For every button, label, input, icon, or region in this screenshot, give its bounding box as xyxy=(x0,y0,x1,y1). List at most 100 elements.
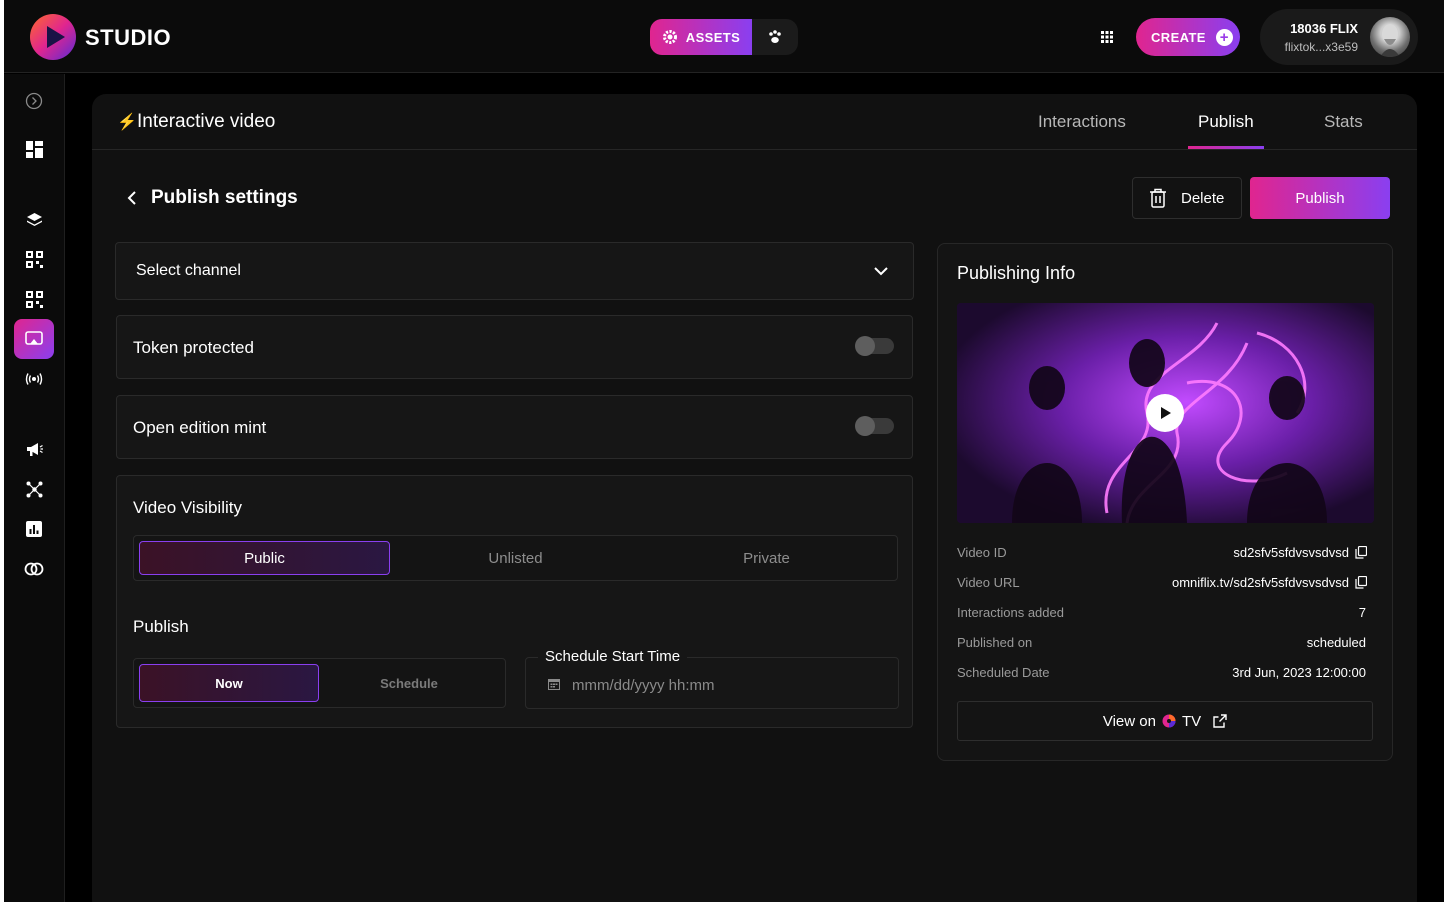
video-id-label: Video ID xyxy=(957,545,1007,560)
gear-icon xyxy=(662,30,677,44)
avatar xyxy=(1370,17,1410,57)
sidebar-item-qr-2[interactable] xyxy=(24,289,44,309)
toggle-sidebar-icon xyxy=(25,92,43,110)
top-bar: STUDIO ASSETS CREATE + 18036 FLIX flixto… xyxy=(4,0,1444,73)
sidebar-item-network[interactable] xyxy=(24,479,44,499)
channel-select-label: Select channel xyxy=(136,262,241,279)
back-arrow-icon[interactable] xyxy=(124,188,140,208)
chevron-down-icon xyxy=(874,267,888,276)
schedule-label: Schedule Start Time xyxy=(538,648,688,665)
publish-schedule[interactable]: Schedule xyxy=(319,664,499,702)
section-title: Publish settings xyxy=(151,187,298,208)
link-icon xyxy=(24,562,44,576)
megaphone-icon xyxy=(26,442,43,456)
create-button[interactable]: CREATE + xyxy=(1136,18,1240,56)
open-edition-mint-row: Open edition mint xyxy=(116,395,913,459)
video-thumbnail[interactable] xyxy=(957,303,1374,523)
publish-now[interactable]: Now xyxy=(139,664,319,702)
tab-publish[interactable]: Publish xyxy=(1198,112,1254,132)
sidebar-item-qr[interactable] xyxy=(24,249,44,269)
qr-icon xyxy=(25,250,43,268)
scheduled-date-value: 3rd Jun, 2023 12:00:00 xyxy=(1232,665,1366,680)
view-on-prefix: View on xyxy=(1102,712,1156,730)
create-label: CREATE xyxy=(1151,29,1206,45)
paw-button[interactable] xyxy=(752,19,798,55)
token-protected-row: Token protected xyxy=(116,315,913,379)
token-protected-toggle[interactable] xyxy=(855,336,894,356)
apps-grid-icon[interactable] xyxy=(1097,27,1117,47)
delete-button[interactable]: Delete xyxy=(1132,177,1242,219)
sidebar-item-interactive-video[interactable] xyxy=(14,319,54,359)
published-on-label: Published on xyxy=(957,635,1033,650)
assets-switcher: ASSETS xyxy=(650,19,798,55)
video-url-label: Video URL xyxy=(957,575,1020,590)
publish-button[interactable]: Publish xyxy=(1250,177,1390,219)
schedule-input[interactable] xyxy=(572,675,872,695)
studio-logo-icon[interactable] xyxy=(30,14,76,60)
tab-interactions[interactable]: Interactions xyxy=(1038,112,1126,132)
sidebar-toggle[interactable] xyxy=(24,91,44,111)
visibility-title: Video Visibility xyxy=(133,498,242,517)
paw-icon xyxy=(769,30,781,43)
sidebar-item-broadcast[interactable] xyxy=(24,369,44,389)
omniflix-logo-icon xyxy=(1162,714,1176,728)
channel-select[interactable]: Select channel xyxy=(115,242,914,300)
bolt-icon: ⚡ xyxy=(117,114,137,131)
token-protected-label: Token protected xyxy=(133,338,254,357)
active-tab-indicator xyxy=(1188,146,1264,149)
interactions-added-value: 7 xyxy=(1358,605,1366,620)
page-title: Interactive video xyxy=(137,111,276,132)
panel-header: ⚡ Interactive video Interactions Publish… xyxy=(92,94,1417,150)
brand-name: STUDIO xyxy=(85,25,172,50)
interactive-video-icon xyxy=(25,331,43,345)
broadcast-icon xyxy=(25,373,43,385)
toggle-knob xyxy=(855,416,875,436)
assets-label: ASSETS xyxy=(685,29,741,45)
stats-icon xyxy=(26,521,42,537)
studio-app: STUDIO ASSETS CREATE + 18036 FLIX flixto… xyxy=(4,0,1444,902)
schedule-field[interactable]: Schedule Start Time xyxy=(525,648,899,709)
sidebar-item-link[interactable] xyxy=(24,559,44,579)
copy-icon[interactable] xyxy=(1355,576,1367,589)
visibility-public[interactable]: Public xyxy=(139,541,390,575)
video-id-value: sd2sfv5sfdvsvsdvsd xyxy=(1233,545,1367,560)
delete-label: Delete xyxy=(1181,189,1225,207)
scheduled-date-label: Scheduled Date xyxy=(957,665,1050,680)
sidebar xyxy=(4,74,65,902)
tab-stats[interactable]: Stats xyxy=(1324,112,1363,132)
user-address: flixtok...x3e59 xyxy=(1284,40,1358,54)
layers-icon xyxy=(26,212,42,226)
publishing-info-card: Publishing Info Video ID sd2sfv5sfdvsvsd… xyxy=(937,243,1393,761)
interactions-added-label: Interactions added xyxy=(957,605,1064,620)
user-profile[interactable]: 18036 FLIX flixtok...x3e59 xyxy=(1260,9,1418,65)
dashboard-icon xyxy=(25,140,43,158)
publishing-info-title: Publishing Info xyxy=(957,263,1076,283)
view-on-tv-button[interactable]: View on TV xyxy=(957,701,1373,741)
copy-icon[interactable] xyxy=(1355,546,1367,559)
visibility-private[interactable]: Private xyxy=(641,541,892,575)
interactive-video-panel: ⚡ Interactive video Interactions Publish… xyxy=(92,94,1417,902)
publish-mode-title: Publish xyxy=(133,617,189,636)
publish-mode-selector: Now Schedule xyxy=(133,658,506,708)
sidebar-item-layers[interactable] xyxy=(24,209,44,229)
video-url-text: omniflix.tv/sd2sfv5sfdvsvsdvsd xyxy=(1171,575,1349,590)
open-edition-mint-toggle[interactable] xyxy=(855,416,894,436)
video-id-text: sd2sfv5sfdvsvsdvsd xyxy=(1233,545,1349,560)
sidebar-item-campaigns[interactable] xyxy=(24,439,44,459)
plus-icon: + xyxy=(1215,28,1233,46)
assets-button[interactable]: ASSETS xyxy=(650,19,752,55)
qr-icon-2 xyxy=(25,290,43,308)
external-link-icon xyxy=(1213,714,1227,728)
view-on-suffix: TV xyxy=(1181,712,1202,730)
calendar-icon xyxy=(548,679,560,690)
visibility-card: Video Visibility Public Unlisted Private… xyxy=(116,475,913,728)
published-on-value: scheduled xyxy=(1306,635,1366,650)
visibility-unlisted[interactable]: Unlisted xyxy=(390,541,641,575)
sidebar-item-dashboard[interactable] xyxy=(24,139,44,159)
play-icon xyxy=(1161,407,1171,419)
video-url-value: omniflix.tv/sd2sfv5sfdvsvsdvsd xyxy=(1172,575,1367,590)
trash-icon xyxy=(1150,188,1166,208)
play-button[interactable] xyxy=(1146,394,1184,432)
sidebar-item-stats[interactable] xyxy=(24,519,44,539)
network-icon xyxy=(26,481,42,497)
